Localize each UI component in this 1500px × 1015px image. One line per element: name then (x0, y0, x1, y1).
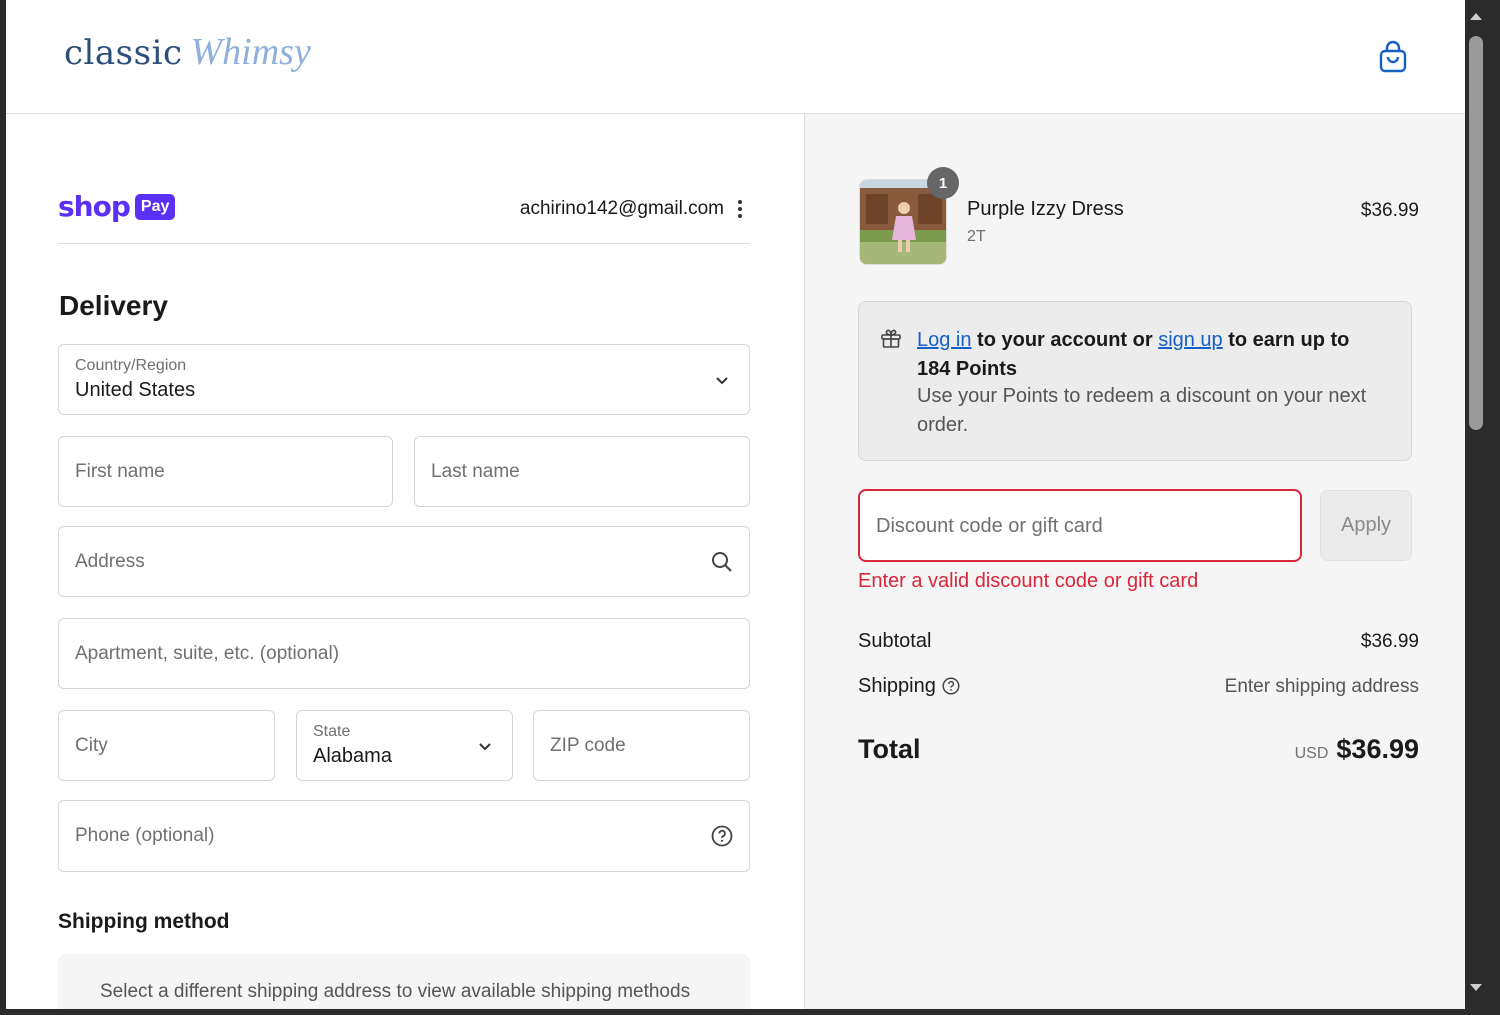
city-field[interactable]: City (58, 710, 275, 781)
search-icon[interactable] (711, 551, 733, 573)
logo-classic-text: classic (64, 33, 183, 73)
account-email: achirino142@gmail.com (519, 198, 724, 219)
total-value: $36.99 (1336, 734, 1419, 764)
discount-code-field[interactable] (858, 489, 1302, 562)
kebab-menu-icon[interactable] (732, 198, 748, 220)
discount-code-input[interactable] (876, 511, 1276, 541)
country-value: United States (75, 379, 196, 401)
shop-logo-text: shop (58, 190, 131, 223)
points-subtext: Use your Points to redeem a discount on … (917, 385, 1367, 436)
first-name-field[interactable]: First name (58, 436, 393, 507)
store-logo[interactable]: classic Whimsy (64, 30, 311, 80)
delivery-heading: Delivery (59, 290, 168, 321)
logo-whimsy-text: Whimsy (190, 31, 311, 73)
discount-error-message: Enter a valid discount code or gift card (858, 570, 1199, 592)
points-message: Log in to your account or sign up to ear… (917, 326, 1387, 384)
loyalty-points-banner: Log in to your account or sign up to ear… (858, 301, 1412, 461)
shipping-method-message: Select a different shipping address to v… (100, 981, 691, 1002)
vertical-scrollbar[interactable] (1465, 0, 1500, 1015)
country-label: Country/Region (75, 357, 187, 374)
points-text-middle: to your account or (971, 329, 1159, 351)
help-circle-icon[interactable] (942, 677, 960, 695)
quantity-badge: 1 (927, 167, 959, 199)
zip-placeholder: ZIP code (550, 735, 626, 756)
shop-pay-account-row: shop Pay achirino142@gmail.com (58, 184, 750, 244)
total-currency: USD (1294, 745, 1329, 762)
apply-discount-button[interactable]: Apply (1320, 490, 1412, 561)
address-placeholder: Address (75, 551, 145, 572)
state-label: State (313, 723, 351, 740)
zip-field[interactable]: ZIP code (533, 710, 750, 781)
country-select[interactable]: Country/Region United States (58, 344, 750, 415)
last-name-placeholder: Last name (431, 461, 520, 482)
shipping-label: Shipping (858, 675, 936, 697)
product-price: $36.99 (1360, 200, 1419, 221)
help-circle-icon[interactable] (711, 825, 733, 847)
product-name: Purple Izzy Dress (967, 198, 1124, 220)
address-field[interactable]: Address (58, 526, 750, 597)
product-variant: 2T (967, 228, 986, 245)
shopping-bag-icon[interactable] (1378, 40, 1408, 74)
total-label: Total (858, 734, 921, 764)
shipping-method-notice: Select a different shipping address to v… (58, 954, 750, 1009)
sign-up-link[interactable]: sign up (1158, 329, 1223, 351)
first-name-placeholder: First name (75, 461, 165, 482)
shop-pay-logo: shop Pay (58, 190, 176, 223)
order-summary-column: 1 Purple Izzy Dress 2T $36.99 Log in to … (804, 114, 1465, 1009)
checkout-header: classic Whimsy (6, 0, 1465, 114)
checkout-window: classic Whimsy shop Pay achirino142@gmai… (6, 0, 1465, 1009)
chevron-down-icon (716, 377, 728, 385)
phone-field[interactable]: Phone (optional) (58, 800, 750, 872)
subtotal-value: $36.99 (1360, 631, 1419, 652)
subtotal-label: Subtotal (858, 630, 932, 652)
total-amount: USD $36.99 (1295, 734, 1419, 765)
scroll-up-arrow-icon[interactable] (1468, 10, 1484, 22)
phone-placeholder: Phone (optional) (75, 825, 215, 846)
kebab-dot (738, 214, 742, 219)
shipping-method-heading: Shipping method (58, 910, 230, 933)
log-in-link[interactable]: Log in (917, 329, 972, 351)
scrollbar-thumb[interactable] (1469, 36, 1483, 430)
last-name-field[interactable]: Last name (414, 436, 750, 507)
apartment-field[interactable]: Apartment, suite, etc. (optional) (58, 618, 750, 689)
delivery-column: shop Pay achirino142@gmail.com Delivery … (6, 114, 804, 1009)
chevron-down-icon (479, 743, 491, 751)
state-select[interactable]: State Alabama (296, 710, 513, 781)
kebab-dot (738, 199, 742, 204)
state-value: Alabama (313, 745, 392, 767)
shipping-value: Enter shipping address (1224, 676, 1419, 697)
kebab-dot (738, 206, 742, 211)
apartment-placeholder: Apartment, suite, etc. (optional) (75, 643, 340, 664)
city-placeholder: City (75, 735, 108, 756)
pay-badge: Pay (134, 193, 176, 220)
shipping-row-label: Shipping (858, 675, 960, 698)
gift-icon (881, 329, 901, 348)
scroll-down-arrow-icon[interactable] (1468, 982, 1484, 994)
